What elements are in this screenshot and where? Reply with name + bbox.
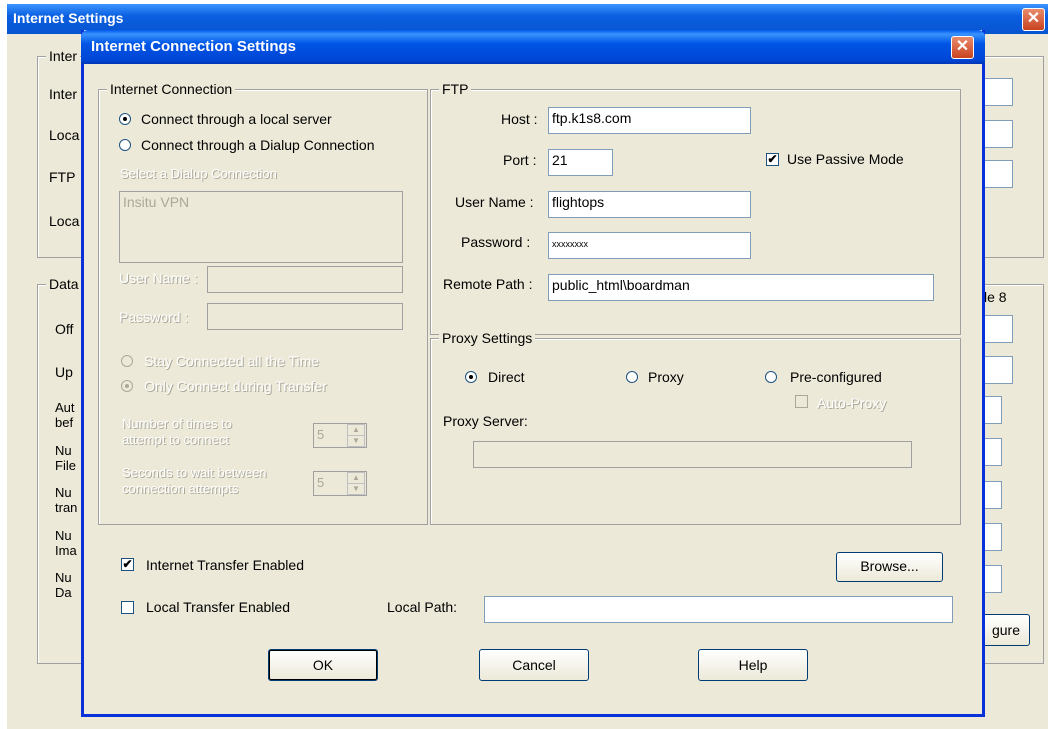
passive-mode-label: Use Passive Mode [787,151,904,167]
background-label: Aut [55,400,75,415]
proxy-settings-caption: Proxy Settings [439,330,536,346]
cancel-button[interactable]: Cancel [479,649,589,681]
radio-stay-connected[interactable] [121,355,133,367]
ftp-username-field[interactable]: flightops [548,191,751,218]
radio-direct[interactable] [465,371,477,383]
passive-mode-checkbox[interactable]: ✔ [766,153,779,166]
auto-proxy-checkbox[interactable] [795,395,808,408]
host-label: Host : [501,111,538,127]
radio-preconfigured[interactable] [765,371,777,383]
local-transfer-checkbox[interactable] [121,601,134,614]
background-field[interactable] [982,356,1013,384]
local-path-label: Local Path: [387,599,458,615]
port-field[interactable]: 21 [548,149,613,176]
background-label: Loca [49,213,80,229]
background-field[interactable] [982,565,1002,593]
background-label: Da [55,585,72,600]
radio-direct-label: Direct [488,369,525,385]
wait-value: 5 [317,475,325,490]
local-path-field[interactable] [484,596,953,623]
help-button[interactable]: Help [698,649,808,681]
background-label: FTP [49,169,76,185]
auto-proxy-label: Auto-Proxy [817,395,887,411]
background-field[interactable] [982,481,1002,509]
attempts-spinner[interactable]: 5 ▲ ▼ [313,423,367,448]
wait-label: connection attempts [122,481,239,496]
internet-transfer-checkbox[interactable]: ✔ [121,558,134,571]
ftp-password-label: Password : [461,234,531,250]
radio-dialup-label: Connect through a Dialup Connection [141,137,375,153]
background-right-text: le 8 [984,289,1007,305]
background-label: bef [55,415,74,430]
background-label: Ima [55,543,77,558]
background-group-2-caption: Data [46,276,82,292]
radio-dialup[interactable] [119,139,131,151]
radio-preconfigured-label: Pre-configured [790,369,882,385]
background-label: Up [55,364,73,380]
background-field[interactable] [982,315,1013,343]
wait-spinner[interactable]: 5 ▲ ▼ [313,471,367,496]
background-field[interactable] [982,160,1013,188]
background-close-icon[interactable]: ✕ [1022,8,1045,31]
radio-stay-connected-label: Stay Connected all the Time [144,353,320,369]
proxy-server-label: Proxy Server: [443,413,528,429]
ftp-caption: FTP [439,81,472,97]
background-label: Nu [55,485,72,500]
attempts-value: 5 [317,427,325,442]
background-label: Loca [49,127,80,143]
radio-proxy[interactable] [626,371,638,383]
proxy-settings-group: Proxy Settings [430,330,961,525]
dialog-title: Internet Connection Settings [91,38,297,55]
radio-proxy-label: Proxy [648,369,684,385]
dialog-titlebar: Internet Connection Settings ✕ [81,30,985,64]
internet-connection-settings-dialog: Internet Connection Settings ✕ Internet … [81,30,985,717]
dialup-password-field[interactable] [207,303,403,330]
spin-down-icon[interactable]: ▼ [347,483,365,495]
background-label: Inter [49,86,78,102]
background-label: Nu [55,528,72,543]
background-group-1-caption: Inter [46,48,81,64]
dialup-username-field[interactable] [207,266,403,293]
background-window-title: Internet Settings [13,10,124,26]
internet-transfer-label: Internet Transfer Enabled [146,557,304,573]
internet-connection-caption: Internet Connection [107,81,236,97]
radio-only-connect[interactable] [121,380,133,392]
browse-button[interactable]: Browse... [836,552,943,582]
local-transfer-label: Local Transfer Enabled [146,599,290,615]
background-label: tran [55,500,78,515]
attempts-label: Number of times to [122,416,232,431]
background-label: Nu [55,443,72,458]
attempts-label: attempt to connect [122,432,229,447]
wait-label: Seconds to wait between [122,465,267,480]
background-label: Off [55,321,74,337]
ftp-username-label: User Name : [455,194,534,210]
configure-button[interactable]: gure [982,614,1030,646]
radio-only-connect-label: Only Connect during Transfer [144,378,327,394]
dialup-username-label: User Name : [119,270,198,286]
background-field[interactable] [982,120,1013,148]
remote-path-field[interactable]: public_html\boardman [548,274,934,301]
remote-path-label: Remote Path : [443,276,533,292]
dialog-close-icon[interactable]: ✕ [951,36,974,59]
ftp-password-field[interactable]: xxxxxxxx [548,232,751,259]
background-field[interactable] [982,78,1013,106]
dialup-password-label: Password : [119,309,189,325]
proxy-server-field[interactable] [473,441,912,468]
select-dialup-label: Select a Dialup Connection [120,166,277,181]
background-field[interactable] [982,396,1002,424]
port-label: Port : [503,152,537,168]
ok-button[interactable]: OK [268,649,378,681]
radio-local-server-label: Connect through a local server [141,111,332,127]
dialup-list-item: Insitu VPN [123,194,190,210]
spin-down-icon[interactable]: ▼ [347,435,365,447]
background-field[interactable] [982,523,1002,551]
background-label: Nu [55,570,72,585]
background-field[interactable] [982,438,1002,466]
dialup-connection-list[interactable]: Insitu VPN [119,191,403,263]
radio-local-server[interactable] [119,113,131,125]
background-label: File [55,458,76,473]
host-field[interactable]: ftp.k1s8.com [548,107,751,134]
